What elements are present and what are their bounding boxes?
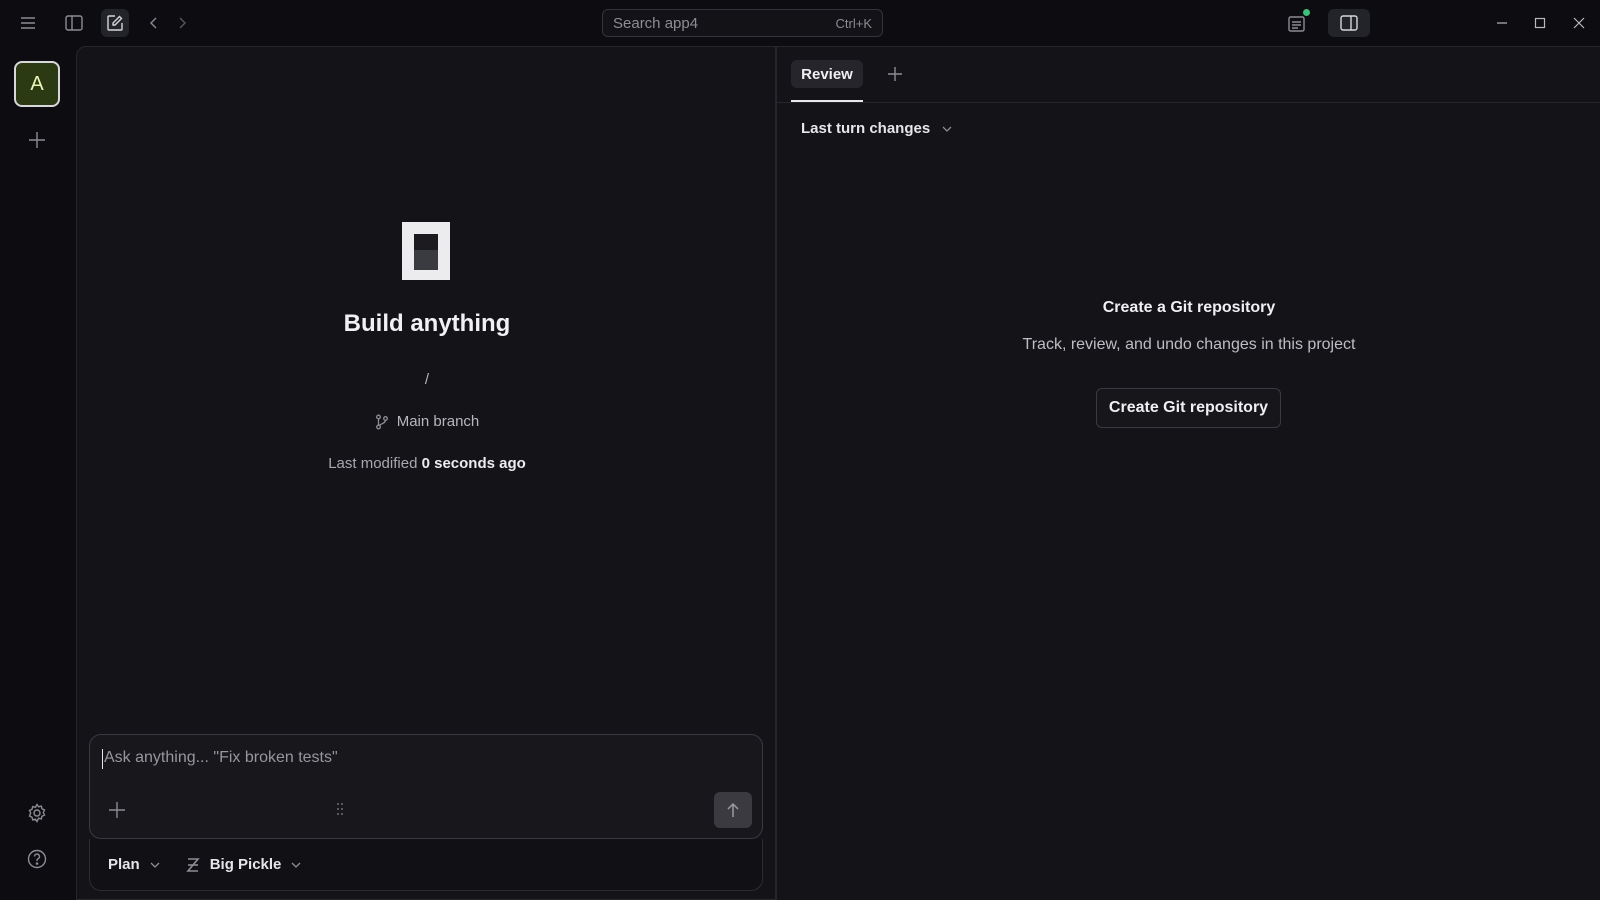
chevron-down-icon bbox=[150, 862, 160, 868]
model-selector[interactable]: Big Pickle bbox=[185, 856, 302, 873]
mode-label: Plan bbox=[108, 856, 140, 873]
tab-review[interactable]: Review bbox=[791, 60, 863, 88]
model-label: Big Pickle bbox=[209, 856, 282, 873]
title-bar: Search app4 Ctrl+K bbox=[0, 0, 1600, 46]
forward-icon[interactable] bbox=[168, 9, 196, 37]
arrow-up-icon bbox=[727, 802, 739, 817]
project-avatar[interactable]: A bbox=[14, 61, 60, 107]
add-project-icon[interactable] bbox=[22, 125, 52, 155]
toggle-review-panel-icon[interactable] bbox=[1328, 9, 1370, 37]
project-path: / bbox=[424, 371, 430, 388]
notification-dot bbox=[1303, 9, 1310, 16]
mode-selector[interactable]: Plan bbox=[108, 856, 160, 873]
add-attachment-icon[interactable] bbox=[104, 797, 130, 823]
menu-icon[interactable] bbox=[14, 9, 42, 37]
resize-grip-icon[interactable] bbox=[335, 799, 345, 819]
hero-title: Build anything bbox=[343, 310, 511, 337]
settings-icon[interactable] bbox=[22, 798, 52, 828]
branch-name: Main branch bbox=[396, 413, 480, 430]
create-git-repository-button[interactable]: Create Git repository bbox=[1096, 388, 1281, 428]
last-modified-value: 0 seconds ago bbox=[421, 455, 526, 472]
last-modified-label: Last modified bbox=[328, 455, 418, 472]
app-logo bbox=[402, 222, 450, 280]
search-label: Search app4 bbox=[613, 14, 699, 32]
active-tab-indicator bbox=[791, 100, 863, 102]
changes-selector-label: Last turn changes bbox=[801, 120, 931, 137]
branch-info: Main branch bbox=[77, 413, 777, 430]
search-shortcut: Ctrl+K bbox=[835, 15, 872, 31]
send-button[interactable] bbox=[714, 792, 752, 828]
review-tabs: Review bbox=[777, 47, 1600, 103]
changes-selector[interactable]: Last turn changes bbox=[801, 120, 952, 137]
last-modified: Last modified 0 seconds ago bbox=[77, 455, 777, 472]
project-rail: A bbox=[0, 46, 76, 900]
empty-state-subtitle: Track, review, and undo changes in this … bbox=[1022, 336, 1356, 353]
chevron-down-icon bbox=[942, 126, 952, 132]
text-caret bbox=[102, 749, 103, 769]
review-panel: Review Last turn changes Create a Git re… bbox=[776, 46, 1600, 900]
toggle-sidebar-icon[interactable] bbox=[60, 9, 88, 37]
chevron-down-icon bbox=[291, 862, 301, 868]
new-session-icon[interactable] bbox=[101, 9, 129, 37]
prompt-input[interactable] bbox=[104, 749, 704, 767]
search-box[interactable]: Search app4 Ctrl+K bbox=[602, 9, 883, 37]
help-icon[interactable] bbox=[22, 844, 52, 874]
chat-panel: Build anything / Main branch Last modifi… bbox=[76, 46, 776, 900]
git-branch-icon bbox=[375, 414, 389, 430]
minimize-icon[interactable] bbox=[1488, 9, 1516, 37]
back-icon[interactable] bbox=[140, 9, 168, 37]
close-icon[interactable] bbox=[1565, 9, 1593, 37]
status-panel-icon[interactable] bbox=[1283, 9, 1311, 37]
add-tab-icon[interactable] bbox=[881, 60, 909, 88]
model-icon bbox=[185, 857, 200, 873]
composer-options: Plan Big Pickle bbox=[89, 839, 763, 891]
empty-state-title: Create a Git repository bbox=[1102, 299, 1276, 316]
prompt-composer bbox=[89, 734, 763, 839]
maximize-icon[interactable] bbox=[1526, 9, 1554, 37]
